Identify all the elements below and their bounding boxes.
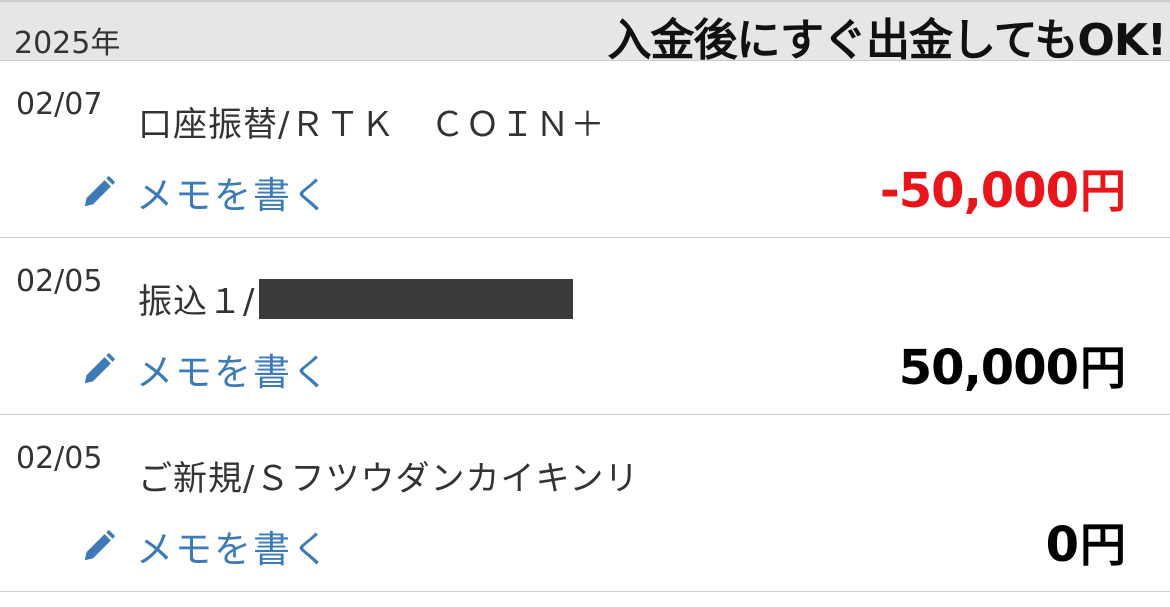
write-memo-link[interactable]: メモを書く [80, 342, 331, 396]
transaction-row[interactable]: 02/07 口座振替/ＲＴＫ ＣＯＩＮ＋ メモを書く -50,000 円 [0, 61, 1170, 238]
pencil-icon [84, 352, 116, 384]
amount-unit: 円 [1080, 518, 1126, 572]
transaction-description: 口座振替/ＲＴＫ ＣＯＩＮ＋ [138, 97, 605, 146]
amount-value: -50,000 [879, 163, 1079, 219]
promo-banner-text: 入金後にすぐ出金してもOK! [607, 15, 1167, 66]
write-memo-link[interactable]: メモを書く [80, 165, 331, 219]
transaction-description: 振込１/ [138, 274, 574, 323]
write-memo-label: メモを書く [136, 174, 331, 217]
pencil-icon [84, 175, 116, 207]
write-memo-label: メモを書く [136, 351, 331, 394]
transaction-description-text: 振込１/ [138, 282, 256, 322]
transaction-row[interactable]: 02/05 ご新規/Ｓフツウダンカイキンリ メモを書く 0 円 [0, 415, 1170, 592]
transaction-amount: 50,000 円 [899, 332, 1126, 398]
transaction-row[interactable]: 02/05 振込１/ メモを書く 50,000 円 [0, 238, 1170, 415]
amount-value: 0 [1045, 517, 1079, 573]
amount-value: 50,000 [898, 340, 1079, 396]
transaction-date: 02/05 [16, 264, 103, 299]
amount-unit: 円 [1080, 341, 1126, 395]
amount-unit: 円 [1080, 164, 1126, 218]
transaction-date: 02/07 [16, 87, 103, 122]
transaction-description-text: 口座振替/ＲＴＫ ＣＯＩＮ＋ [138, 105, 606, 145]
transaction-amount: -50,000 円 [880, 155, 1126, 221]
write-memo-link[interactable]: メモを書く [80, 519, 331, 573]
transaction-description: ご新規/Ｓフツウダンカイキンリ [138, 451, 639, 500]
year-header: 2025年 入金後にすぐ出金してもOK! [0, 0, 1170, 66]
year-label: 2025年 [14, 26, 121, 61]
transaction-amount: 0 円 [1046, 509, 1126, 575]
redacted-block [259, 278, 574, 319]
transaction-description-text: ご新規/Ｓフツウダンカイキンリ [138, 459, 640, 499]
transaction-date: 02/05 [16, 441, 103, 476]
pencil-icon [84, 529, 116, 561]
write-memo-label: メモを書く [136, 528, 331, 571]
